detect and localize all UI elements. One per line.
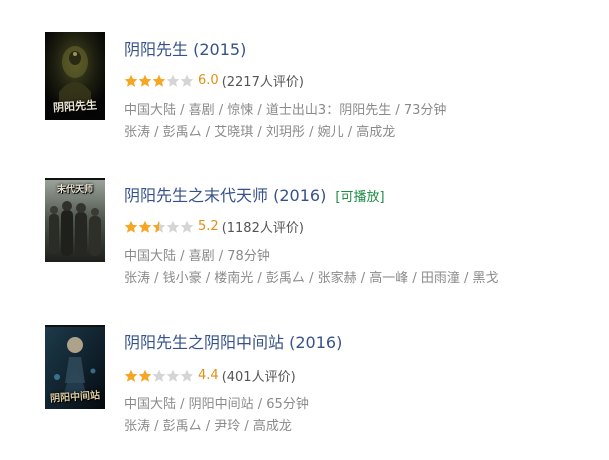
rating-score: 5.2	[198, 219, 219, 234]
movie-meta: 中国大陆 / 阴阳中间站 / 65分钟	[124, 397, 309, 412]
movie-year: (2016)	[289, 333, 343, 352]
rating-count: (401人评价)	[221, 370, 296, 385]
star-full-icon	[124, 74, 138, 87]
list-item: 末代天师 阴阳先生之末代天师 (2016) [可播放] 5.2 (1182人评价…	[0, 145, 609, 286]
rating-count: (2217人评价)	[221, 75, 304, 90]
star-empty-icon	[152, 369, 166, 382]
star-half-icon	[152, 220, 166, 233]
playable-badge[interactable]: [可播放]	[335, 190, 384, 205]
movie-title-link[interactable]: 阴阳先生之阴阳中间站 (2016)	[124, 329, 342, 353]
star-rating	[124, 74, 194, 88]
star-full-icon	[138, 369, 152, 382]
movie-meta: 中国大陆 / 喜剧 / 78分钟	[124, 249, 270, 264]
movie-meta: 中国大陆 / 喜剧 / 惊悚 / 道士出山3：阴阳先生 / 73分钟	[124, 103, 447, 118]
movie-cast: 张涛 / 彭禹厶 / 尹玲 / 高成龙	[124, 419, 292, 434]
star-empty-icon	[180, 74, 194, 87]
list-item: 阴阳先生 阴阳先生 (2015) 6.0 (2217人评价) 中国大陆 / 喜剧…	[0, 0, 609, 140]
star-full-icon	[124, 369, 138, 382]
rating-score: 4.4	[198, 368, 219, 383]
star-full-icon	[138, 220, 152, 233]
star-rating	[124, 369, 194, 383]
star-full-icon	[152, 74, 166, 87]
star-empty-icon	[166, 220, 180, 233]
movie-cast: 张涛 / 彭禹厶 / 艾晓琪 / 刘玥彤 / 婉儿 / 高成龙	[124, 125, 396, 140]
movie-poster-2[interactable]: 末代天师	[45, 178, 105, 262]
star-empty-icon	[166, 74, 180, 87]
movie-year: (2015)	[193, 40, 247, 59]
rating-row: 5.2 (1182人评价)	[124, 217, 304, 236]
star-empty-icon	[180, 369, 194, 382]
star-full-icon	[138, 74, 152, 87]
movie-title-link[interactable]: 阴阳先生 (2015)	[124, 36, 246, 60]
movie-title: 阴阳先生之末代天师	[124, 186, 269, 205]
star-full-icon	[124, 220, 138, 233]
movie-poster-1[interactable]: 阴阳先生	[45, 32, 105, 120]
rating-score: 6.0	[198, 73, 219, 88]
star-empty-icon	[166, 369, 180, 382]
movie-title-link[interactable]: 阴阳先生之末代天师 (2016) [可播放]	[124, 182, 385, 206]
rating-row: 6.0 (2217人评价)	[124, 71, 304, 90]
poster-title-text: 末代天师	[56, 185, 93, 195]
star-empty-icon	[180, 220, 194, 233]
movie-cast: 张涛 / 钱小豪 / 楼南光 / 彭禹厶 / 张家赫 / 高一峰 / 田雨潼 /…	[124, 271, 499, 286]
movie-title: 阴阳先生之阴阳中间站	[124, 333, 285, 352]
list-item: 阴阳中间站 阴阳先生之阴阳中间站 (2016) 4.4 (401人评价) 中国大…	[0, 292, 609, 434]
rating-row: 4.4 (401人评价)	[124, 366, 296, 385]
movie-poster-3[interactable]: 阴阳中间站	[45, 325, 105, 409]
star-rating	[124, 220, 194, 234]
movie-year: (2016)	[273, 186, 327, 205]
movie-title: 阴阳先生	[124, 40, 189, 59]
rating-count: (1182人评价)	[221, 221, 304, 236]
